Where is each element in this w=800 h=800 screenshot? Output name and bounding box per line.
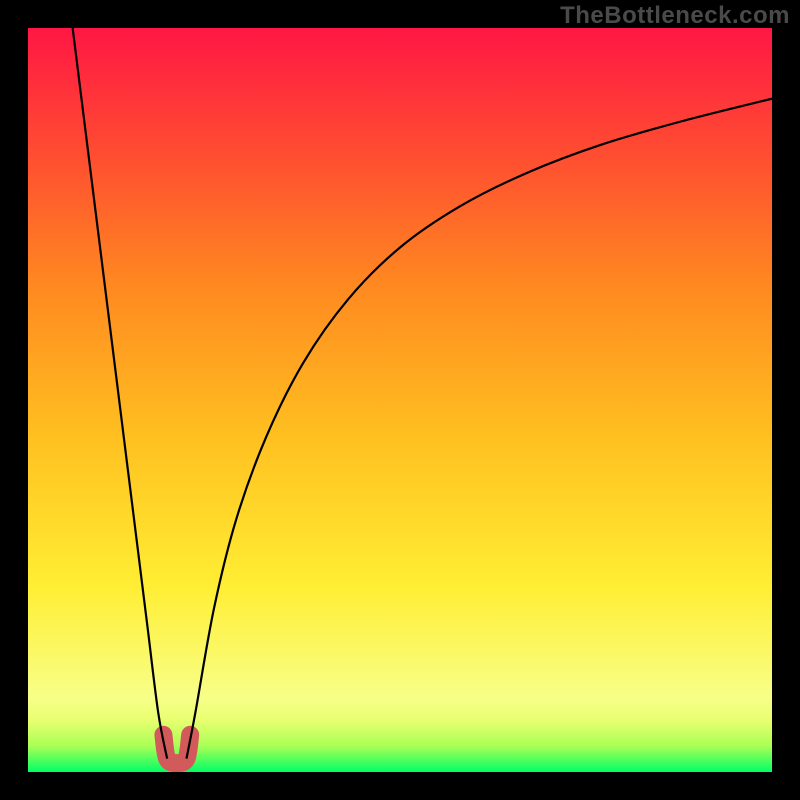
gradient-background	[28, 28, 772, 772]
plot-area	[28, 28, 772, 772]
chart-frame: TheBottleneck.com	[0, 0, 800, 800]
watermark-text: TheBottleneck.com	[560, 2, 790, 30]
plot-svg	[28, 28, 772, 772]
